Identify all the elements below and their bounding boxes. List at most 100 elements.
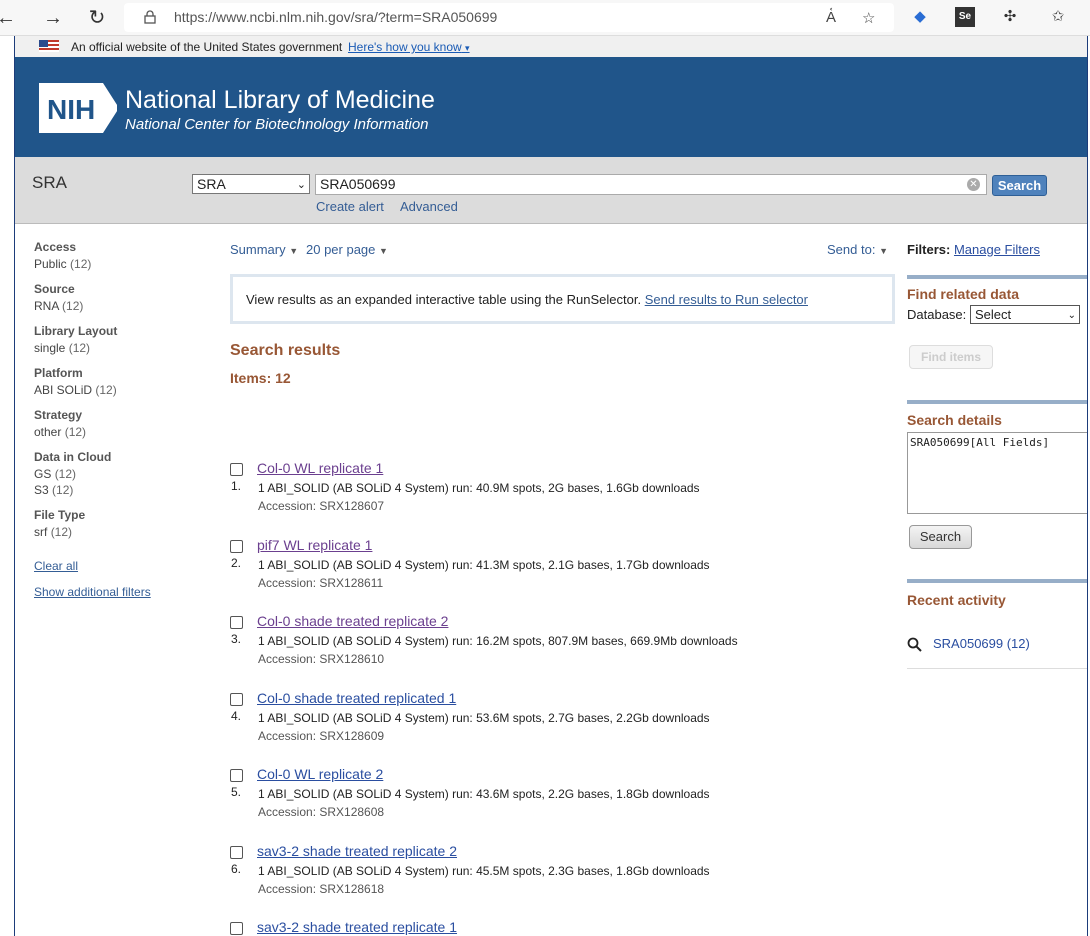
caret-down-icon: ▼ [879, 246, 888, 256]
result-item: 3. Col-0 shade treated replicate 2 1 ABI_S… [230, 612, 895, 672]
result-checkbox[interactable] [230, 845, 243, 859]
result-checkbox[interactable] [230, 922, 243, 935]
result-item: 1. Col-0 WL replicate 1 1 ABI_SOLID (AB SO… [230, 459, 895, 519]
refresh-icon[interactable]: ↻ [85, 6, 109, 30]
database-select[interactable]: SRA ⌄ [192, 174, 310, 194]
extensions-puzzle-icon[interactable]: ✣ [1000, 7, 1020, 27]
facet-title: Access [34, 240, 77, 254]
result-description: 1 ABI_SOLID (AB SOLiD 4 System) run: 53.… [258, 710, 710, 725]
library-subtitle[interactable]: National Center for Biotechnology Inform… [125, 116, 429, 133]
database-label: Database: [907, 307, 967, 322]
facet-group: Library Layout single (12) [34, 324, 214, 355]
result-description: 1 ABI_SOLID (AB SOLiD 4 System) run: 40.… [258, 481, 700, 495]
show-additional-filters-link[interactable]: Show additional filters [34, 585, 214, 599]
result-title-link[interactable]: Col-0 WL replicate 2 [257, 766, 383, 782]
result-title-link[interactable]: sav3-2 shade treated replicate 1 [257, 919, 457, 935]
result-title-link[interactable]: Col-0 shade treated replicated 1 [257, 690, 456, 706]
lock-icon [144, 10, 156, 24]
clear-search-icon[interactable]: ✕ [967, 178, 980, 191]
facet-group: Platform ABI SOLiD (12) [34, 366, 214, 397]
facet-title: File Type [34, 508, 86, 522]
database-row: Database: Select ⌄ [907, 305, 1080, 324]
back-icon[interactable]: ← [0, 6, 18, 30]
find-related-heading[interactable]: Find related data [907, 286, 1019, 302]
search-details-button[interactable]: Search [909, 525, 972, 549]
how-you-know-link[interactable]: Here's how you know ▾ [348, 40, 470, 54]
nlm-header: NIH National Library of Medicine Nationa… [15, 57, 1087, 157]
search-details-textarea[interactable]: SRA050699[All Fields] [907, 432, 1087, 514]
result-title-link[interactable]: pif7 WL replicate 1 [257, 537, 372, 553]
search-input[interactable]: SRA050699 ✕ [315, 174, 987, 195]
portlet-divider [907, 400, 1087, 404]
search-icon [907, 637, 922, 652]
result-checkbox[interactable] [230, 769, 243, 782]
result-number: 4. [231, 708, 242, 723]
read-aloud-icon[interactable]: A᷾ [826, 9, 836, 26]
url-text: https://www.ncbi.nlm.nih.gov/sra/?term=S… [174, 9, 498, 25]
extension-icon[interactable]: ◆ [910, 7, 930, 27]
result-accession: Accession: SRX128611 [258, 575, 384, 590]
clear-all-link[interactable]: Clear all [34, 559, 214, 573]
facet-title: Data in Cloud [34, 450, 112, 464]
recent-search-link[interactable]: SRA050699 (12) [933, 636, 1030, 651]
result-title-link[interactable]: Col-0 WL replicate 1 [257, 460, 383, 476]
facet-title: Platform [34, 366, 83, 380]
per-page-menu[interactable]: 20 per page ▼ [306, 242, 388, 257]
recent-activity-heading[interactable]: Recent activity [907, 592, 1006, 608]
result-number: 3. [231, 632, 242, 646]
send-to-menu[interactable]: Send to: ▼ [827, 242, 888, 257]
facet-value[interactable]: RNA (12) [34, 299, 214, 313]
facet-value[interactable]: other (12) [34, 425, 214, 439]
forward-icon[interactable]: → [41, 6, 65, 30]
result-item: 2. pif7 WL replicate 1 1 ABI_SOLID (AB SOL… [230, 536, 895, 596]
result-description: 1 ABI_SOLID (AB SOLiD 4 System) run: 41.… [258, 557, 710, 572]
manage-filters-link[interactable]: Manage Filters [954, 242, 1040, 257]
items-count: Items: 12 [230, 370, 291, 386]
facet-value[interactable]: ABI SOLiD (12) [34, 383, 214, 397]
chevron-down-icon: ⌄ [296, 179, 306, 191]
result-checkbox[interactable] [230, 463, 243, 476]
facet-value[interactable]: Public (12) [34, 257, 214, 271]
search-details-heading[interactable]: Search details [907, 412, 1002, 428]
favorites-icon[interactable]: ✩ [1048, 7, 1068, 27]
nih-logo[interactable]: NIH [39, 83, 117, 133]
facet-value[interactable]: single (12) [34, 341, 214, 355]
result-title-link[interactable]: Col-0 shade treated replicate 2 [257, 613, 448, 629]
result-number: 6. [231, 861, 242, 876]
selenium-extension-icon[interactable]: Se [955, 7, 975, 27]
filters-row: Filters: Manage Filters [907, 242, 1040, 257]
recent-divider [907, 668, 1087, 669]
result-description: 1 ABI_SOLID (AB SOLiD 4 System) run: 43.… [258, 787, 710, 801]
find-items-button[interactable]: Find items [909, 345, 993, 369]
summary-format-menu[interactable]: Summary ▼ [230, 242, 298, 257]
facet-title: Source [34, 282, 75, 296]
us-flag-icon [39, 40, 59, 52]
result-item: 6. sav3-2 shade treated replicate 2 1 ABI_… [230, 842, 895, 902]
result-item: 5. Col-0 WL replicate 2 1 ABI_SOLID (AB SO… [230, 765, 895, 825]
result-checkbox[interactable] [230, 692, 243, 706]
result-title-link[interactable]: sav3-2 shade treated replicate 2 [257, 843, 457, 859]
chevron-down-icon: ⌄ [1067, 310, 1076, 321]
library-title[interactable]: National Library of Medicine [125, 86, 435, 115]
chevron-down-icon: ▾ [465, 43, 470, 53]
result-number: 1. [231, 479, 242, 493]
facet-value[interactable]: S3 (12) [34, 483, 214, 497]
portlet-divider [907, 275, 1087, 279]
search-button[interactable]: Search [992, 175, 1047, 196]
facet-value[interactable]: GS (12) [34, 467, 214, 481]
result-checkbox[interactable] [230, 539, 243, 553]
db-label: SRA [32, 173, 67, 192]
result-checkbox[interactable] [230, 616, 243, 629]
facet-value[interactable]: srf (12) [34, 525, 214, 539]
result-description: 1 ABI_SOLID (AB SOLiD 4 System) run: 16.… [258, 634, 738, 648]
facet-group: Strategy other (12) [34, 408, 214, 439]
related-database-select[interactable]: Select ⌄ [970, 305, 1080, 324]
runselector-text: View results as an expanded interactive … [246, 292, 642, 307]
add-favorite-icon[interactable]: ☆ [862, 9, 875, 27]
create-alert-link[interactable]: Create alert [316, 199, 384, 214]
address-bar[interactable]: https://www.ncbi.nlm.nih.gov/sra/?term=S… [124, 3, 894, 32]
advanced-link[interactable]: Advanced [400, 199, 458, 214]
facet-title: Strategy [34, 408, 83, 422]
filters-label: Filters: [907, 242, 951, 257]
send-to-run-selector-link[interactable]: Send results to Run selector [645, 292, 808, 307]
